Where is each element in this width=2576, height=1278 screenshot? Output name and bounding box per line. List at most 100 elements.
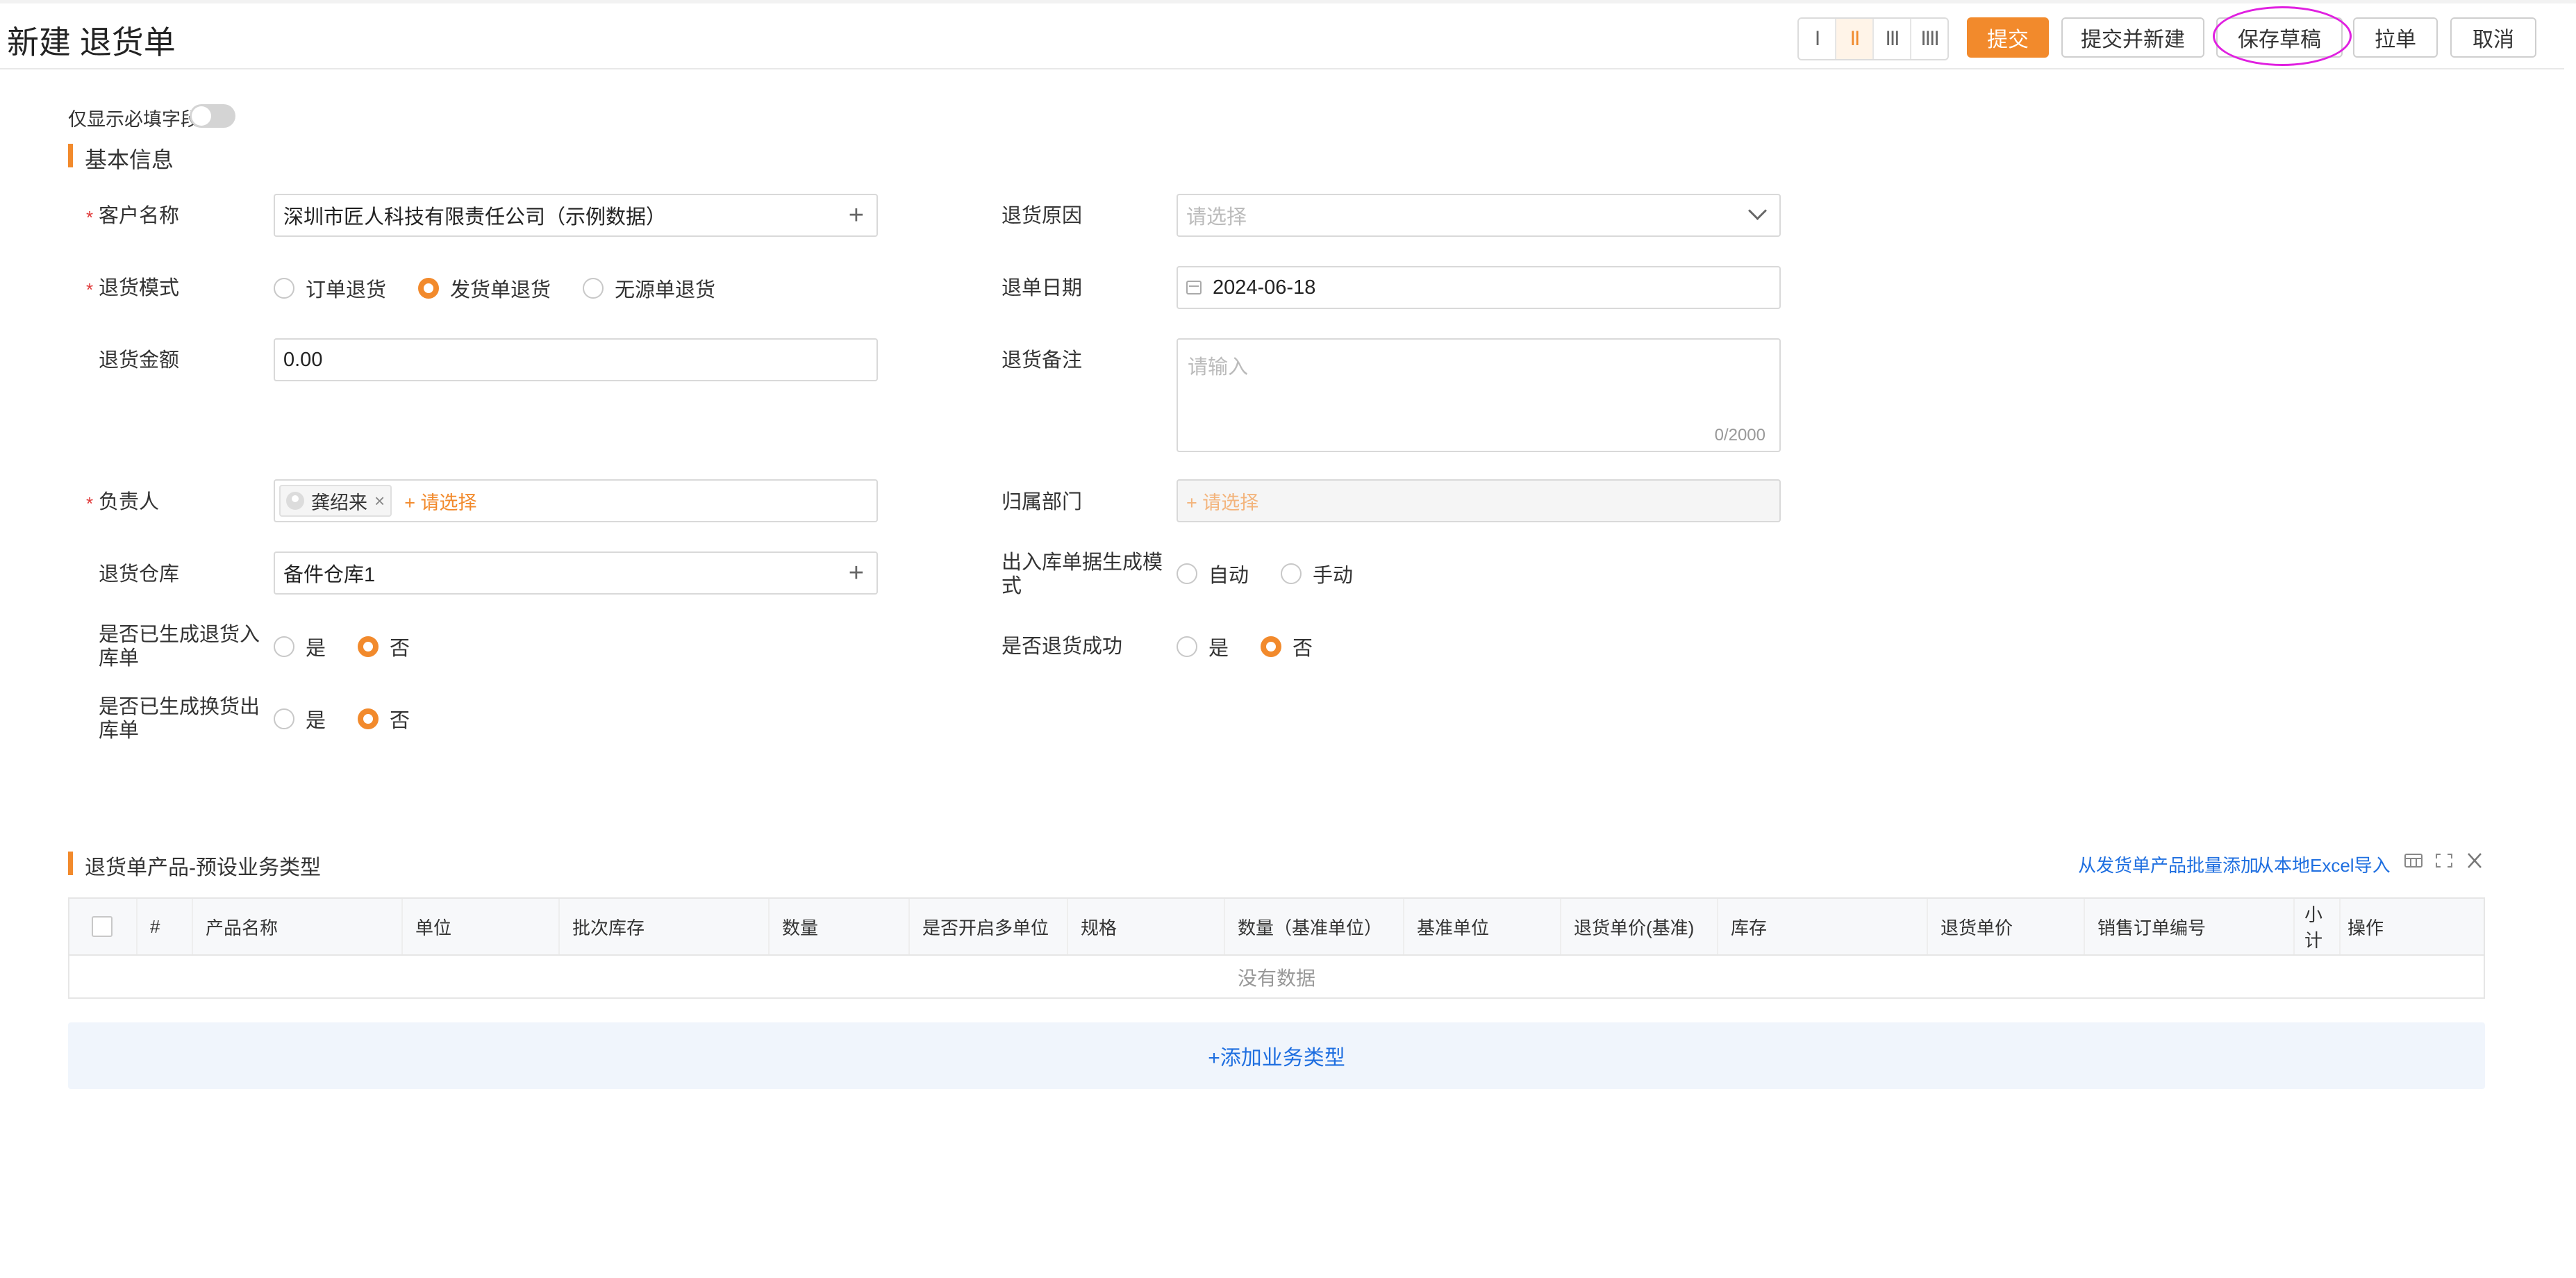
- section-accent-bar: [68, 852, 73, 875]
- save-draft-button[interactable]: 保存草稿: [2216, 17, 2343, 58]
- radio-delivery-return[interactable]: 发货单退货: [418, 274, 551, 303]
- radio-return-success-no[interactable]: 否: [1261, 632, 1313, 661]
- radio-generated-out-yes[interactable]: 是: [274, 704, 326, 733]
- basic-info-title: 基本信息: [85, 147, 174, 172]
- return-date-label: 退单日期: [1002, 277, 1083, 299]
- return-mode-label: * 退货模式: [86, 276, 180, 300]
- column-header: 库存: [1718, 899, 1928, 954]
- department-add-link[interactable]: + 请选择: [1186, 488, 1258, 515]
- radio-io-manual[interactable]: 手动: [1281, 559, 1353, 588]
- return-date-value: 2024-06-18: [1213, 276, 1316, 299]
- owner-add-link[interactable]: + 请选择: [404, 488, 476, 515]
- radio-circle: [274, 708, 294, 729]
- select-all-cell: [69, 899, 138, 954]
- radio-label: 订单退货: [306, 279, 387, 301]
- return-mode-label-text: 退货模式: [99, 277, 180, 299]
- owner-label-text: 负责人: [99, 491, 160, 513]
- warehouse-value: 备件仓库1: [283, 564, 376, 586]
- generated-in-radio-group: 是 否: [274, 633, 442, 661]
- calendar-icon: [1186, 281, 1202, 294]
- radio-label: 否: [1293, 638, 1313, 660]
- column-header: 操作: [2348, 917, 2384, 938]
- column-header: #: [138, 899, 193, 954]
- fullscreen-icon[interactable]: [2435, 853, 2453, 868]
- warehouse-field[interactable]: 备件仓库1 +: [274, 551, 878, 595]
- submit-button[interactable]: 提交: [1967, 17, 2049, 58]
- customer-label: * 客户名称: [86, 204, 179, 228]
- avatar-icon: [286, 492, 304, 510]
- return-date-field[interactable]: 2024-06-18: [1177, 266, 1781, 309]
- radio-circle: [583, 278, 604, 299]
- radio-generated-in-yes[interactable]: 是: [274, 632, 326, 661]
- radio-label: 是: [306, 638, 326, 660]
- owner-field[interactable]: 龚绍来 × + 请选择: [274, 479, 878, 522]
- department-field[interactable]: + 请选择: [1177, 479, 1781, 522]
- radio-generated-in-no[interactable]: 否: [358, 632, 410, 661]
- required-star: *: [86, 207, 94, 228]
- column-header: 是否开启多单位: [910, 899, 1068, 954]
- column-settings-icon[interactable]: [2404, 853, 2423, 868]
- column-header: 单位: [403, 899, 560, 954]
- required-star: *: [86, 279, 94, 300]
- table-header: # 产品名称 单位 批次库存 数量 是否开启多单位 规格 数量（基准单位） 基准…: [69, 899, 2484, 956]
- required-only-label: 仅显示必填字段: [68, 109, 199, 130]
- customer-field[interactable]: 深圳市匠人科技有限责任公司（示例数据） +: [274, 194, 878, 237]
- column-header: 规格: [1068, 899, 1225, 954]
- radio-label: 否: [390, 638, 410, 660]
- io-mode-radio-group: 自动 手动: [1177, 560, 1385, 588]
- owner-tag-name: 龚绍来: [311, 492, 367, 513]
- return-reason-select[interactable]: 请选择: [1177, 194, 1781, 237]
- layout-one-column-button[interactable]: I: [1799, 19, 1836, 59]
- products-table: # 产品名称 单位 批次库存 数量 是否开启多单位 规格 数量（基准单位） 基准…: [68, 897, 2485, 999]
- column-header: 退货单价(基准): [1561, 899, 1718, 954]
- radio-generated-out-no[interactable]: 否: [358, 704, 410, 733]
- close-icon[interactable]: ×: [374, 490, 385, 512]
- layout-two-column-button[interactable]: II: [1836, 19, 1874, 59]
- department-label: 归属部门: [1002, 491, 1083, 513]
- submit-and-new-button[interactable]: 提交并新建: [2061, 17, 2204, 58]
- radio-circle: [274, 278, 294, 299]
- radio-return-success-yes[interactable]: 是: [1177, 632, 1229, 661]
- select-all-checkbox[interactable]: [92, 916, 113, 937]
- radio-no-source-return[interactable]: 无源单退货: [583, 274, 715, 303]
- remark-char-count: 0/2000: [1714, 426, 1765, 445]
- toggle-knob: [192, 106, 211, 126]
- column-header: 数量（基准单位）: [1225, 899, 1404, 954]
- radio-circle: [358, 708, 379, 729]
- radio-circle: [1281, 563, 1302, 584]
- radio-label: 发货单退货: [450, 279, 551, 301]
- required-star: *: [86, 493, 94, 514]
- generated-out-label: 是否已生成换货出库单: [99, 696, 260, 742]
- return-success-radio-group: 是 否: [1177, 633, 1345, 661]
- add-business-type-button[interactable]: +添加业务类型: [68, 1022, 2485, 1089]
- column-header: 退货单价: [1928, 899, 2085, 954]
- excel-import-link[interactable]: 从本地Excel导入: [2256, 852, 2391, 877]
- radio-label: 自动: [1208, 565, 1249, 587]
- add-customer-icon[interactable]: +: [849, 201, 864, 231]
- radio-io-auto[interactable]: 自动: [1177, 559, 1249, 588]
- column-header: 小计: [2295, 899, 2341, 954]
- column-header: 产品名称: [193, 899, 403, 954]
- amount-field[interactable]: 0.00: [274, 338, 878, 381]
- radio-label: 是: [306, 710, 326, 732]
- radio-label: 无源单退货: [615, 279, 716, 301]
- radio-circle: [1261, 636, 1282, 657]
- amount-value: 0.00: [283, 348, 323, 371]
- add-warehouse-icon[interactable]: +: [849, 558, 864, 588]
- layout-four-column-button[interactable]: IIII: [1911, 19, 1947, 59]
- remark-textarea[interactable]: 请输入 0/2000: [1177, 338, 1781, 452]
- required-only-toggle[interactable]: [190, 104, 235, 128]
- remark-label: 退货备注: [1002, 349, 1083, 372]
- layout-three-column-button[interactable]: III: [1874, 19, 1911, 59]
- products-title: 退货单产品-预设业务类型: [85, 856, 321, 879]
- customer-value: 深圳市匠人科技有限责任公司（示例数据）: [283, 206, 667, 229]
- return-mode-radio-group: 订单退货 发货单退货 无源单退货: [274, 274, 747, 302]
- batch-add-link[interactable]: 从发货单产品批量添加: [2078, 852, 2259, 877]
- radio-circle: [418, 278, 440, 299]
- close-icon[interactable]: [2466, 853, 2484, 868]
- pull-order-button[interactable]: 拉单: [2353, 17, 2438, 58]
- cancel-button[interactable]: 取消: [2450, 17, 2536, 58]
- radio-order-return[interactable]: 订单退货: [274, 274, 386, 303]
- owner-label: * 负责人: [86, 490, 160, 514]
- return-reason-placeholder: 请选择: [1186, 206, 1247, 229]
